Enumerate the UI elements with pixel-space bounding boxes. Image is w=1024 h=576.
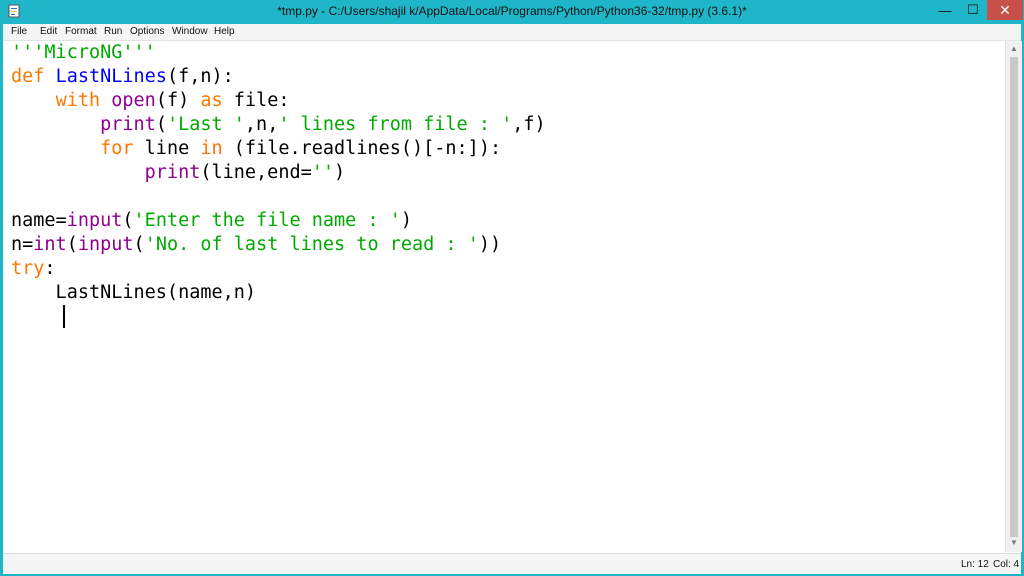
code-line: for line in (file.readlines()[-n:]): bbox=[11, 137, 501, 161]
code-line bbox=[11, 305, 56, 329]
code-token: )) bbox=[478, 234, 502, 255]
code-token: as bbox=[200, 90, 223, 111]
code-token: ' lines from file : ' bbox=[278, 114, 513, 135]
code-line: n=int(input('No. of last lines to read :… bbox=[11, 233, 501, 257]
code-line: try: bbox=[11, 257, 56, 281]
code-token: line bbox=[133, 138, 201, 159]
menu-bar: File Edit Format Run Options Window Help bbox=[3, 24, 1021, 41]
code-line: def LastNLines(f,n): bbox=[11, 65, 234, 89]
code-token: ,f) bbox=[512, 114, 546, 135]
code-token: ( bbox=[66, 234, 78, 255]
scroll-down-icon[interactable]: ▼ bbox=[1010, 538, 1018, 547]
code-line: LastNLines(name,n) bbox=[11, 281, 257, 305]
menu-options[interactable]: Options bbox=[130, 26, 164, 37]
code-token: open bbox=[111, 90, 156, 111]
code-token: 'Enter the file name : ' bbox=[133, 210, 401, 231]
code-token: 'Last ' bbox=[166, 114, 245, 135]
menu-help[interactable]: Help bbox=[214, 26, 235, 37]
scrollbar-thumb[interactable] bbox=[1010, 57, 1018, 537]
code-token: n= bbox=[11, 234, 34, 255]
code-token: in bbox=[200, 138, 223, 159]
code-token: input bbox=[66, 210, 123, 231]
code-token: def bbox=[11, 66, 45, 87]
code-token: ,n, bbox=[244, 114, 279, 135]
vertical-scrollbar[interactable]: ▲ ▼ bbox=[1005, 41, 1022, 552]
text-cursor bbox=[63, 305, 65, 328]
code-token: (f) bbox=[155, 90, 201, 111]
code-token: (line,end= bbox=[200, 162, 312, 183]
code-token: with bbox=[55, 90, 101, 111]
code-line: '''MicroNG''' bbox=[11, 41, 156, 65]
code-token: 'No. of last lines to read : ' bbox=[144, 234, 479, 255]
code-token: print bbox=[100, 114, 156, 135]
code-token: LastNLines bbox=[55, 66, 167, 87]
code-token: file: bbox=[222, 90, 290, 111]
scroll-up-icon[interactable]: ▲ bbox=[1010, 44, 1018, 53]
menu-file[interactable]: File bbox=[11, 26, 27, 37]
code-token: print bbox=[144, 162, 201, 183]
minimize-button[interactable]: — bbox=[931, 0, 959, 20]
status-line: Ln: 12 bbox=[961, 559, 989, 570]
menu-format[interactable]: Format bbox=[65, 26, 97, 37]
code-token: ( bbox=[155, 114, 167, 135]
code-line: name=input('Enter the file name : ') bbox=[11, 209, 412, 233]
status-column: Col: 4 bbox=[993, 559, 1020, 570]
code-token: ( bbox=[133, 234, 145, 255]
maximize-button[interactable]: ☐ bbox=[959, 0, 987, 20]
menu-window[interactable]: Window bbox=[172, 26, 208, 37]
code-token: (file.readlines()[-n:]): bbox=[222, 138, 502, 159]
close-button[interactable]: ✕ bbox=[987, 0, 1023, 20]
code-token: (f,n): bbox=[166, 66, 234, 87]
code-token: '''MicroNG''' bbox=[11, 42, 156, 63]
code-token: try bbox=[11, 258, 45, 279]
menu-edit[interactable]: Edit bbox=[40, 26, 57, 37]
code-token: ( bbox=[122, 210, 134, 231]
title-bar[interactable]: *tmp.py - C:/Users/shajil k/AppData/Loca… bbox=[3, 0, 1023, 24]
code-token: LastNLines(name,n) bbox=[11, 282, 257, 303]
menu-run[interactable]: Run bbox=[104, 26, 122, 37]
code-token: int bbox=[33, 234, 67, 255]
window-title: *tmp.py - C:/Users/shajil k/AppData/Loca… bbox=[277, 4, 747, 18]
status-bar: Ln: 12 Col: 4 bbox=[3, 553, 1021, 574]
code-token: : bbox=[44, 258, 56, 279]
code-editor[interactable]: '''MicroNG''' def LastNLines(f,n): with o… bbox=[3, 41, 1004, 552]
code-token: ) bbox=[334, 162, 346, 183]
code-line: print(line,end='') bbox=[11, 161, 346, 185]
code-token: name= bbox=[11, 210, 67, 231]
code-token: ) bbox=[400, 210, 412, 231]
code-token: for bbox=[100, 138, 134, 159]
idle-editor-window: *tmp.py - C:/Users/shajil k/AppData/Loca… bbox=[0, 0, 1024, 576]
code-line: print('Last ',n,' lines from file : ',f) bbox=[11, 113, 546, 137]
code-token: input bbox=[77, 234, 134, 255]
code-token: '' bbox=[311, 162, 335, 183]
code-line: with open(f) as file: bbox=[11, 89, 290, 113]
